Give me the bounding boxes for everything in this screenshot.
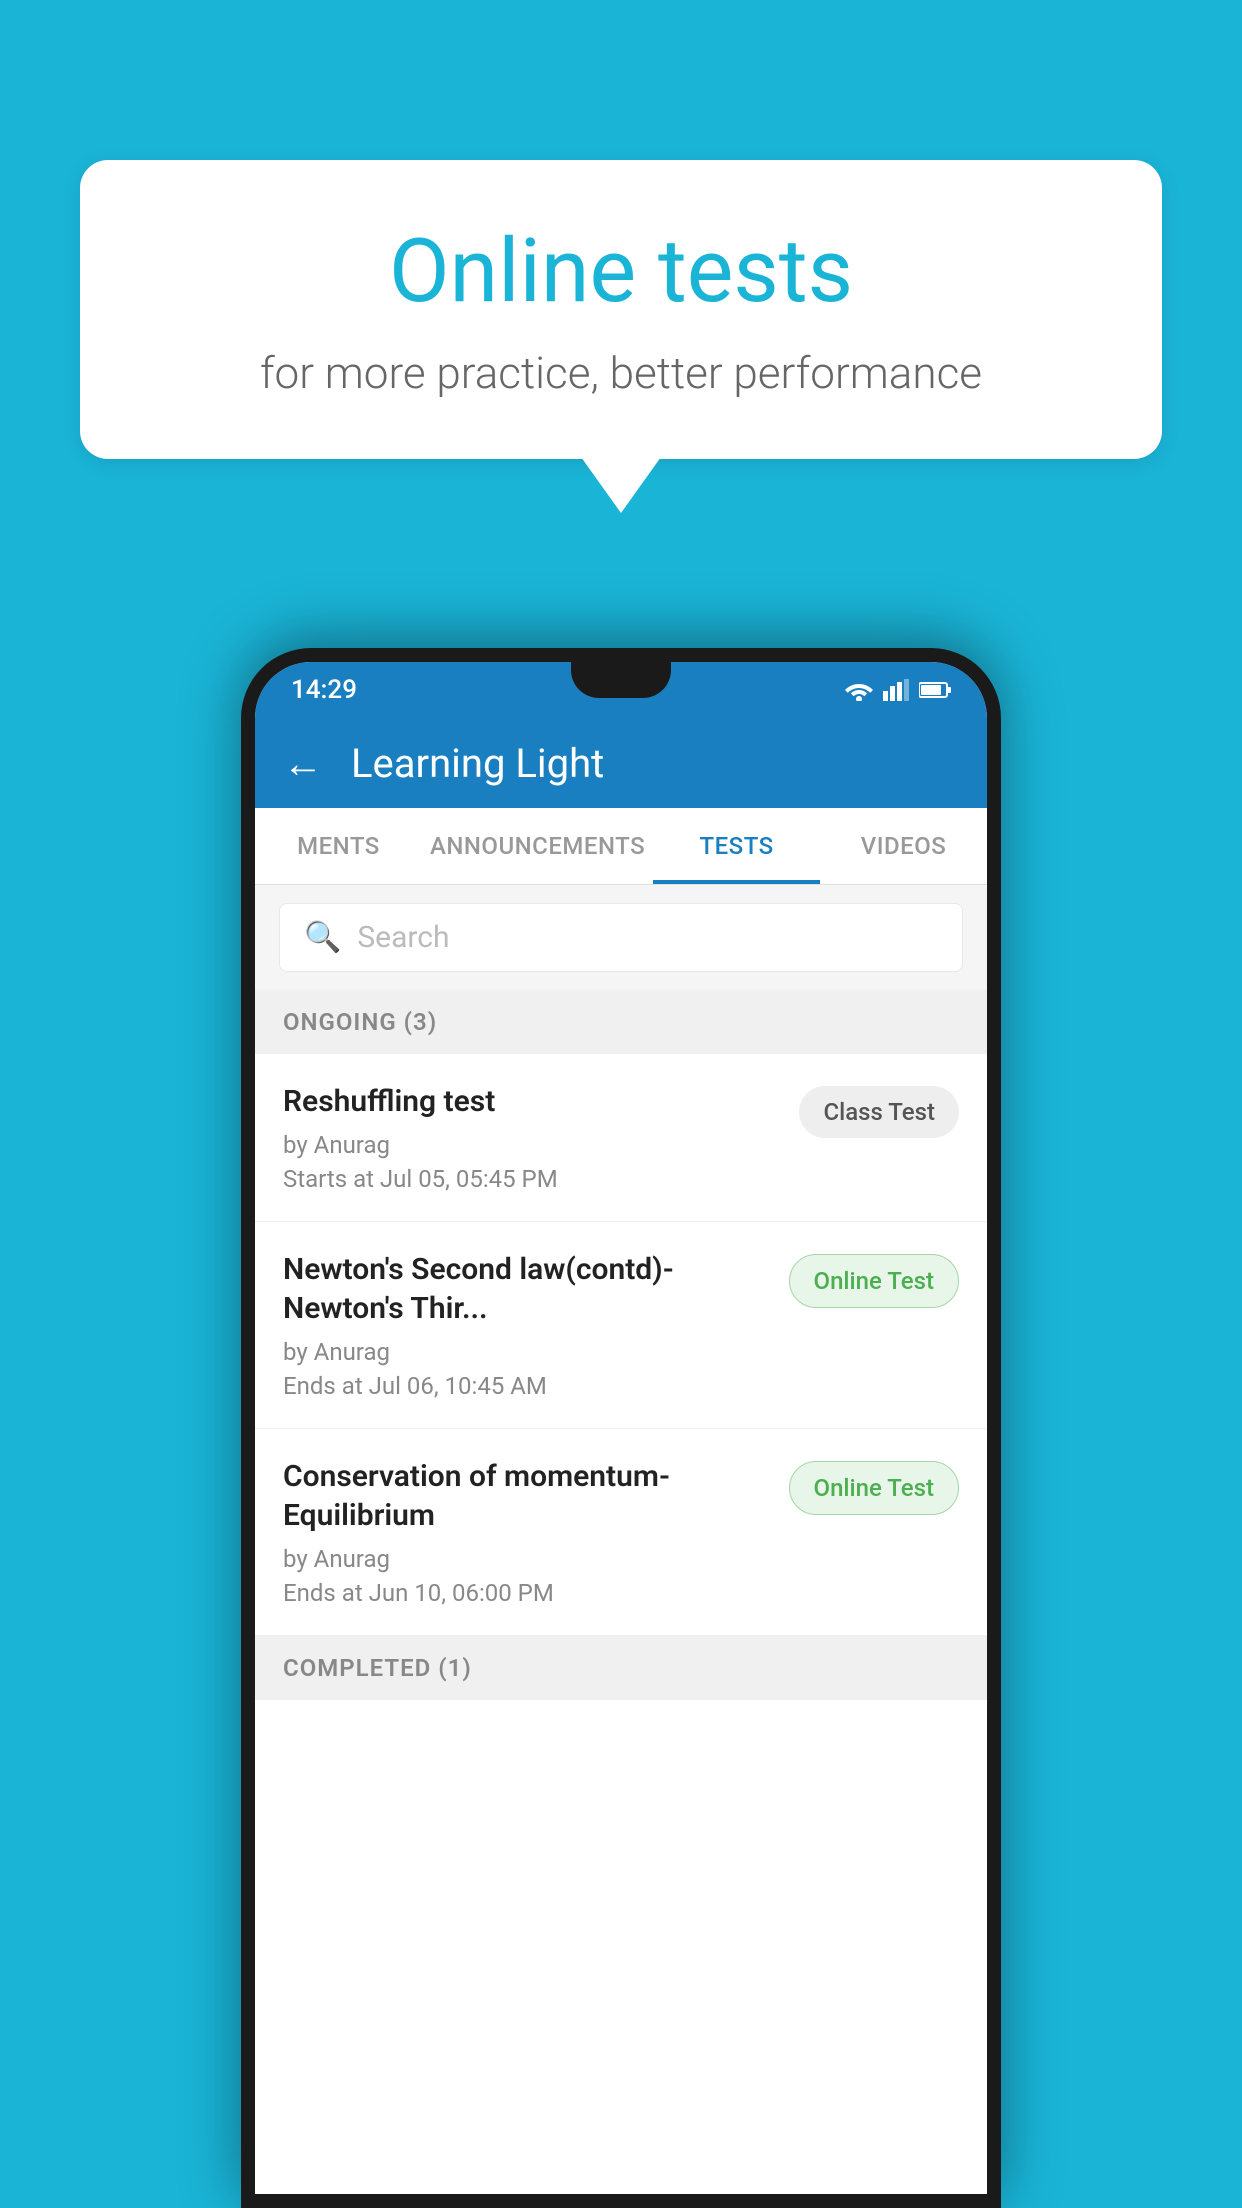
search-placeholder-text: Search: [357, 920, 449, 955]
battery-icon: [919, 681, 951, 699]
search-input-wrap[interactable]: 🔍 Search: [279, 903, 963, 972]
test-date-1: Starts at Jul 05, 05:45 PM: [283, 1165, 779, 1193]
bubble-pointer: [581, 457, 661, 513]
test-by-2: by Anurag: [283, 1338, 769, 1366]
test-date-2: Ends at Jul 06, 10:45 AM: [283, 1372, 769, 1400]
test-item-2[interactable]: Newton's Second law(contd)-Newton's Thir…: [255, 1222, 987, 1429]
tab-videos[interactable]: VIDEOS: [820, 808, 987, 884]
signal-icon: [883, 679, 909, 701]
test-badge-3: Online Test: [789, 1461, 959, 1515]
test-info-2: Newton's Second law(contd)-Newton's Thir…: [283, 1250, 769, 1400]
test-badge-1: Class Test: [799, 1086, 959, 1138]
tab-announcements[interactable]: ANNOUNCEMENTS: [422, 808, 653, 884]
phone-notch: [571, 662, 671, 698]
tab-bar: MENTS ANNOUNCEMENTS TESTS VIDEOS: [255, 808, 987, 885]
test-name-2: Newton's Second law(contd)-Newton's Thir…: [283, 1250, 769, 1328]
tab-ments[interactable]: MENTS: [255, 808, 422, 884]
phone-screen: 14:29: [255, 662, 987, 2194]
completed-section-header: COMPLETED (1): [255, 1636, 987, 1700]
test-badge-2: Online Test: [789, 1254, 959, 1308]
bubble-subtitle: for more practice, better performance: [160, 347, 1082, 399]
search-bar: 🔍 Search: [255, 885, 987, 990]
test-info-1: Reshuffling test by Anurag Starts at Jul…: [283, 1082, 779, 1193]
bubble-title: Online tests: [160, 220, 1082, 323]
test-info-3: Conservation of momentum-Equilibrium by …: [283, 1457, 769, 1607]
test-date-3: Ends at Jun 10, 06:00 PM: [283, 1579, 769, 1607]
app-title: Learning Light: [351, 740, 604, 787]
test-name-3: Conservation of momentum-Equilibrium: [283, 1457, 769, 1535]
test-by-3: by Anurag: [283, 1545, 769, 1573]
wifi-icon: [845, 679, 873, 701]
app-bar: ← Learning Light: [255, 718, 987, 808]
test-item-1[interactable]: Reshuffling test by Anurag Starts at Jul…: [255, 1054, 987, 1222]
tab-tests[interactable]: TESTS: [653, 808, 820, 884]
test-name-1: Reshuffling test: [283, 1082, 779, 1121]
back-button[interactable]: ←: [283, 740, 323, 787]
test-item-3[interactable]: Conservation of momentum-Equilibrium by …: [255, 1429, 987, 1636]
promo-bubble: Online tests for more practice, better p…: [80, 160, 1162, 513]
ongoing-section-header: ONGOING (3): [255, 990, 987, 1054]
bubble-box: Online tests for more practice, better p…: [80, 160, 1162, 459]
test-by-1: by Anurag: [283, 1131, 779, 1159]
test-list: Reshuffling test by Anurag Starts at Jul…: [255, 1054, 987, 2194]
status-icons: [845, 679, 951, 701]
status-time: 14:29: [291, 675, 357, 705]
search-icon: 🔍: [304, 920, 341, 955]
phone-frame: 14:29: [241, 648, 1001, 2208]
